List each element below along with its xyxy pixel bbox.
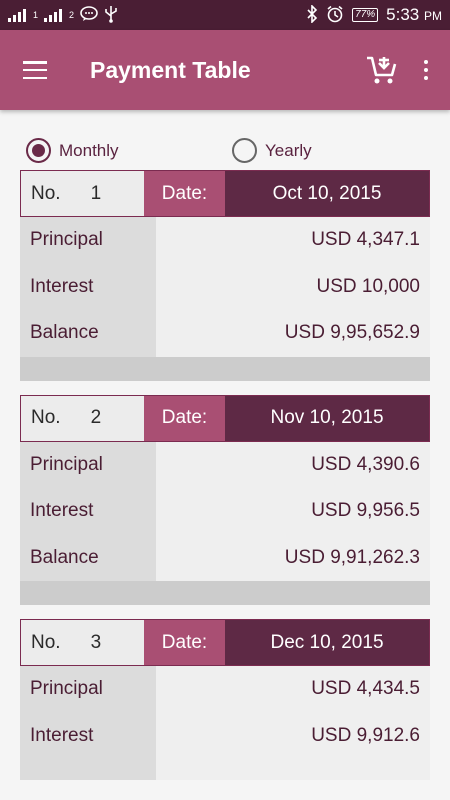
payment-date: Oct 10, 2015 xyxy=(225,171,429,216)
more-vert-icon xyxy=(424,60,428,80)
date-label: Date: xyxy=(144,620,225,665)
principal-label: Principal xyxy=(30,678,103,700)
yearly-radio[interactable]: Yearly xyxy=(232,138,312,163)
page-title: Payment Table xyxy=(90,56,251,83)
add-to-cart-button[interactable] xyxy=(360,48,404,92)
monthly-label: Monthly xyxy=(59,140,119,160)
row-values: USD 4,390.6 USD 9,956.5 USD 9,91,262.3 xyxy=(156,441,430,581)
row-labels: Principal Interest Balance xyxy=(20,441,156,581)
add-to-cart-icon xyxy=(367,56,397,84)
payment-number: 1 xyxy=(90,182,102,204)
row-labels: Principal Interest Balance xyxy=(20,217,156,357)
card-footer xyxy=(20,356,430,381)
principal-value: USD 4,347.1 xyxy=(311,229,420,251)
interest-label: Interest xyxy=(30,275,94,297)
more-options-button[interactable] xyxy=(404,48,448,92)
interest-value: USD 9,956.5 xyxy=(311,500,420,522)
payment-number-cell: No. 1 xyxy=(21,171,144,216)
balance-value: USD 9,91,262.3 xyxy=(284,546,420,568)
payment-body: Principal Interest Balance USD 4,347.1 U… xyxy=(20,217,430,357)
payment-date: Dec 10, 2015 xyxy=(225,620,429,665)
battery-icon: 77% xyxy=(352,8,379,22)
payment-header: No. 3 Date: Dec 10, 2015 xyxy=(20,619,430,666)
payment-list[interactable]: No. 1 Date: Oct 10, 2015 Principal Inter… xyxy=(20,170,430,780)
interest-value: USD 10,000 xyxy=(316,275,420,297)
alarm-icon xyxy=(326,5,344,26)
interest-value: USD 9,912.6 xyxy=(311,724,420,746)
payment-number: 3 xyxy=(90,631,102,653)
number-label: No. xyxy=(31,182,61,204)
balance-value xyxy=(156,759,430,780)
menu-icon xyxy=(23,61,47,79)
period-selector: Monthly Yearly xyxy=(0,130,450,170)
signal-icon xyxy=(8,8,26,22)
payment-card: No. 2 Date: Nov 10, 2015 Principal Inter… xyxy=(20,394,430,605)
signal-icon xyxy=(44,8,63,22)
bluetooth-icon xyxy=(306,3,318,26)
number-label: No. xyxy=(31,407,61,428)
balance-label: Balance xyxy=(30,322,99,344)
date-label: Date: xyxy=(144,171,225,216)
date-label: Date: xyxy=(144,395,225,441)
row-labels: Principal Interest xyxy=(20,666,156,780)
row-values: USD 4,434.5 USD 9,912.6 xyxy=(156,666,430,780)
payment-card: No. 1 Date: Oct 10, 2015 Principal Inter… xyxy=(20,170,430,381)
monthly-radio[interactable]: Monthly xyxy=(26,138,119,163)
sim1-label: 1 xyxy=(33,10,39,20)
radio-unchecked-icon xyxy=(232,138,257,163)
radio-checked-icon xyxy=(26,138,51,163)
payment-header: No. 2 Date: Nov 10, 2015 xyxy=(20,394,430,442)
principal-value: USD 4,390.6 xyxy=(311,453,420,475)
message-icon xyxy=(80,5,98,25)
principal-label: Principal xyxy=(30,229,103,251)
payment-body: Principal Interest Balance USD 4,390.6 U… xyxy=(20,441,430,581)
card-footer xyxy=(20,581,430,605)
principal-value: USD 4,434.5 xyxy=(311,678,420,700)
status-bar: 1 2 77% 5:33 PM xyxy=(0,0,450,30)
number-label: No. xyxy=(31,631,61,653)
payment-number: 2 xyxy=(90,407,102,428)
payment-number-cell: No. 2 xyxy=(21,395,144,441)
app-bar: Payment Table xyxy=(0,30,450,110)
yearly-label: Yearly xyxy=(265,140,312,160)
balance-label xyxy=(20,759,156,780)
principal-label: Principal xyxy=(30,453,103,475)
row-values: USD 4,347.1 USD 10,000 USD 9,95,652.9 xyxy=(156,217,430,357)
interest-label: Interest xyxy=(30,724,94,746)
payment-body: Principal Interest USD 4,434.5 USD 9,912… xyxy=(20,666,430,780)
payment-header: No. 1 Date: Oct 10, 2015 xyxy=(20,170,430,217)
payment-date: Nov 10, 2015 xyxy=(225,395,429,441)
payment-number-cell: No. 3 xyxy=(21,620,144,665)
clock: 5:33 PM xyxy=(386,5,442,24)
balance-label: Balance xyxy=(30,546,99,568)
usb-icon xyxy=(104,5,118,26)
interest-label: Interest xyxy=(30,500,94,522)
balance-value: USD 9,95,652.9 xyxy=(284,322,420,344)
menu-button[interactable] xyxy=(0,30,70,110)
sim2-label: 2 xyxy=(69,10,75,20)
payment-card: No. 3 Date: Dec 10, 2015 Principal Inter… xyxy=(20,619,430,780)
